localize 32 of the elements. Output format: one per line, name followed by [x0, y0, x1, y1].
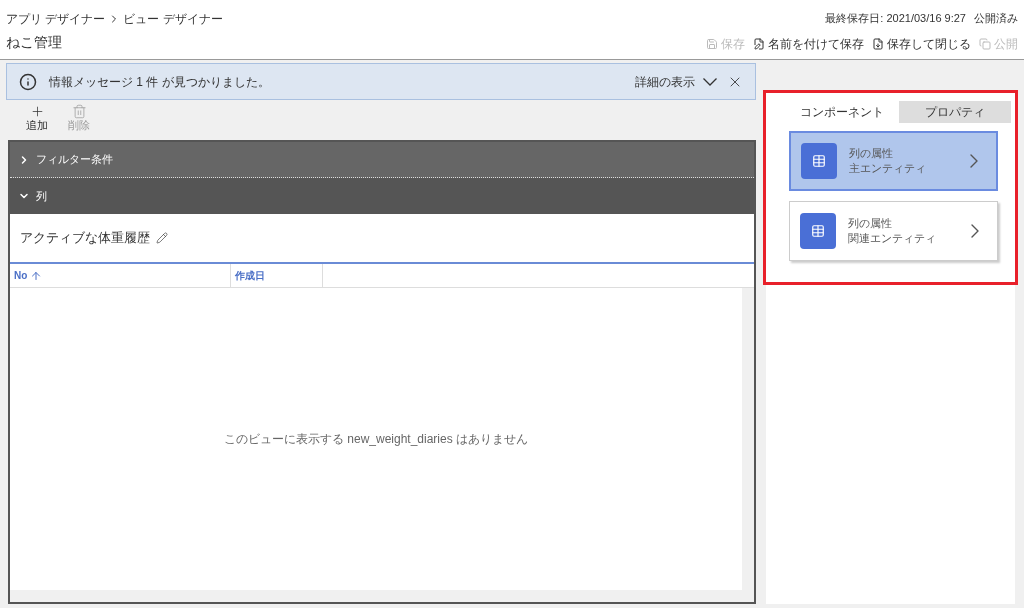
- command-button[interactable]: 保存して閉じる: [872, 34, 971, 53]
- publish-status: 公開済み: [974, 11, 1018, 26]
- breadcrumb-link[interactable]: ビュー デザイナー: [123, 10, 223, 28]
- column-header[interactable]: No: [10, 264, 231, 287]
- card-subtitle: 関連エンティティ: [848, 231, 937, 246]
- card-subtitle: 主エンティティ: [849, 161, 927, 176]
- last-saved-text: 最終保存日: 2021/03/16 9:27: [825, 11, 966, 26]
- pencil-icon[interactable]: [156, 232, 168, 244]
- grid-icon: [812, 154, 826, 168]
- component-card[interactable]: 列の属性 関連エンティティ: [789, 201, 998, 261]
- panel-tab[interactable]: プロパティ: [898, 101, 1011, 123]
- component-card[interactable]: 列の属性 主エンティティ: [789, 131, 998, 191]
- breadcrumb-link[interactable]: アプリ デザイナー: [6, 10, 106, 28]
- trash-icon: [71, 104, 87, 119]
- vertical-scrollbar[interactable]: [742, 288, 754, 602]
- empty-message: このビューに表示する new_weight_diaries はありません: [223, 431, 529, 448]
- card-title: 列の属性: [849, 146, 894, 161]
- info-message: 情報メッセージ 1 件 が見つかりました。: [49, 73, 271, 91]
- view-name: アクティブな体重履歴: [20, 229, 150, 248]
- grid-icon: [811, 224, 825, 238]
- toolbar-button[interactable]: 追加: [26, 104, 48, 140]
- command-button[interactable]: 名前を付けて保存: [753, 34, 864, 53]
- card-title: 列の属性: [848, 216, 893, 231]
- page-title: ねこ管理: [6, 33, 63, 52]
- save-icon: [706, 37, 718, 50]
- info-icon: [19, 72, 37, 91]
- details-button[interactable]: 詳細の表示: [635, 72, 717, 91]
- column-header[interactable]: 作成日: [231, 264, 323, 287]
- plus-icon: [29, 104, 45, 119]
- chevron-down-icon: [703, 77, 717, 86]
- section-header[interactable]: フィルター条件: [10, 142, 754, 178]
- horizontal-scrollbar[interactable]: [10, 590, 742, 602]
